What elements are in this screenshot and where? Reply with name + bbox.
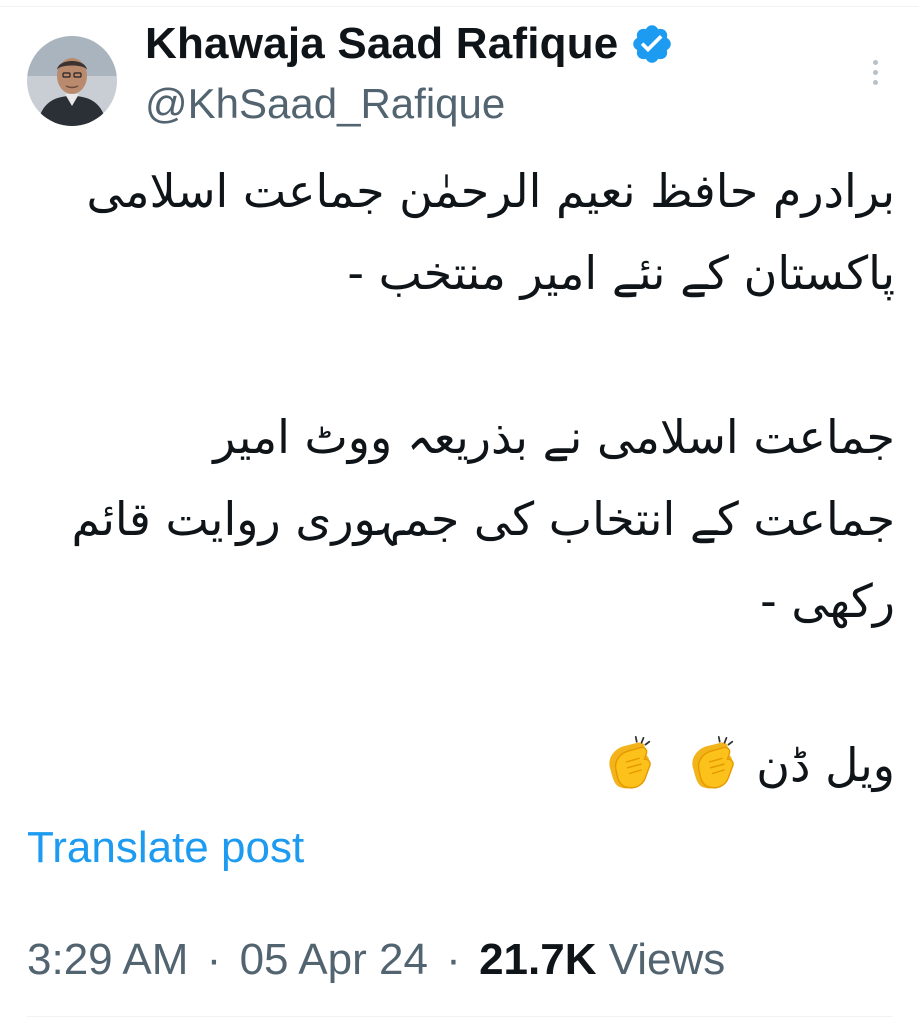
post-time[interactable]: 3:29 AM: [27, 935, 188, 984]
post-closing-text: ویل ڈن: [756, 738, 895, 792]
post-meta: 3:29 AM · 05 Apr 24 · 21.7K Views: [27, 930, 725, 990]
post-line-blank: [24, 642, 895, 724]
views-count: 21.7K: [479, 935, 597, 984]
post-closing-line: ویل ڈن: [24, 724, 895, 806]
clapping-hands-icon: [597, 733, 659, 795]
views-label: Views: [608, 935, 726, 984]
post-line-blank: [24, 314, 895, 396]
post-line: برادرم حافظ نعیم الرحمٰن جماعت اسلامی: [86, 164, 895, 218]
author-handle[interactable]: @KhSaad_Rafique: [145, 76, 505, 132]
post-line: پاکستان کے نئے امیر منتخب -: [347, 246, 895, 300]
meta-separator: ·: [206, 935, 222, 984]
more-options-icon[interactable]: [860, 52, 890, 92]
post-date[interactable]: 05 Apr 24: [240, 935, 428, 984]
bottom-divider: [27, 1016, 892, 1017]
meta-separator: ·: [446, 935, 461, 984]
verified-badge-icon[interactable]: [630, 22, 674, 66]
avatar[interactable]: [27, 36, 117, 126]
post-text: برادرم حافظ نعیم الرحمٰن جماعت اسلامی پا…: [24, 150, 895, 806]
post-header: Khawaja Saad Rafique @KhSaad_Rafique: [0, 0, 919, 140]
clapping-hands-icon: [680, 733, 742, 795]
author-name-row: Khawaja Saad Rafique: [145, 14, 674, 74]
post-line: رکھی -: [760, 574, 895, 628]
post-line: جماعت اسلامی نے بذریعہ ووٹ امیر: [213, 410, 895, 464]
translate-post-link[interactable]: Translate post: [27, 818, 304, 878]
post-line: جماعت کے انتخاب کی جمہوری روایت قائم: [71, 492, 895, 546]
author-display-name[interactable]: Khawaja Saad Rafique: [145, 14, 618, 74]
